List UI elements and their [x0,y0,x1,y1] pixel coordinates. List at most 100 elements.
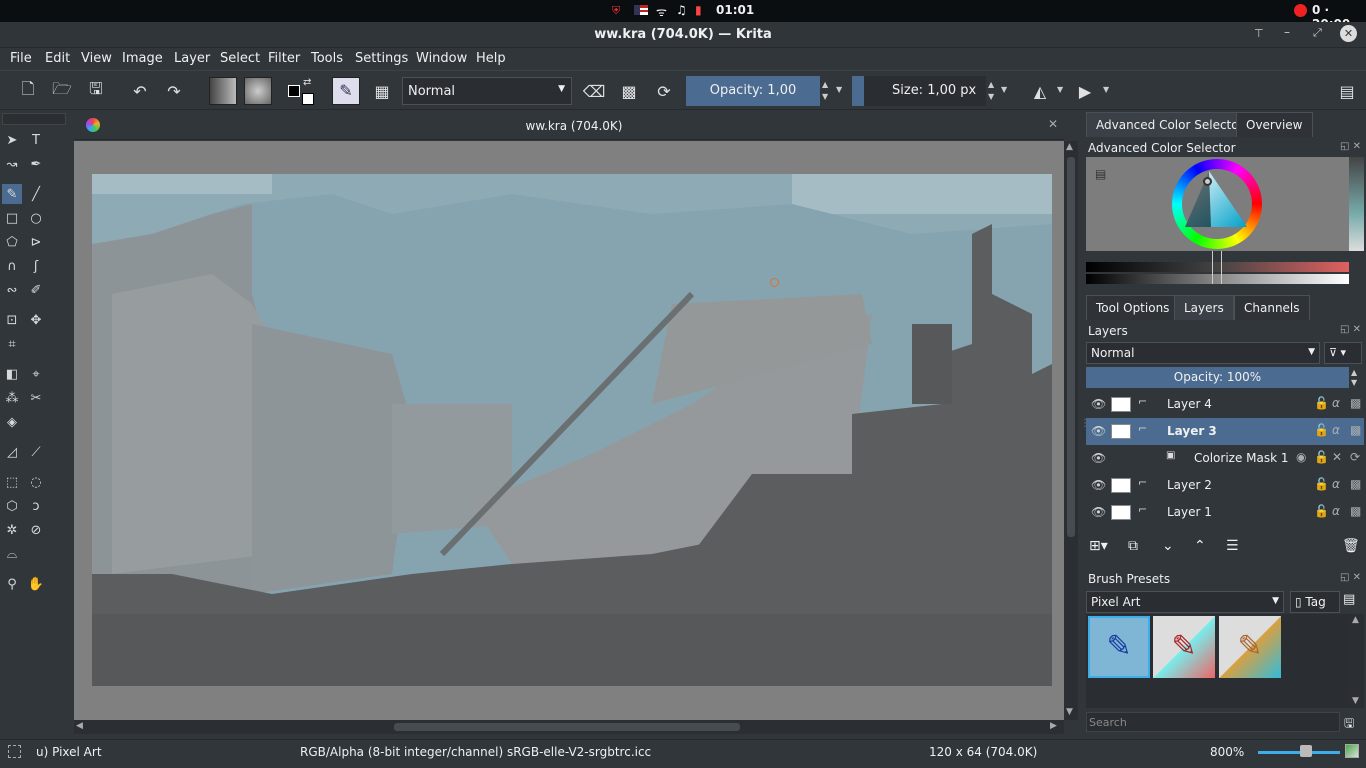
scroll-down-icon[interactable]: ▼ [1352,696,1359,706]
dynamic-brush-icon[interactable]: ∾ [2,280,22,300]
canvas-viewport[interactable] [74,141,1064,720]
move-layer-down-icon[interactable]: ⌄ [1162,538,1174,554]
polyline-tool-icon[interactable]: ⊳ [26,232,46,252]
mirror-vertical-icon[interactable]: ▶ [1071,77,1099,105]
magic-wand-icon[interactable]: ✲ [2,520,22,540]
document-tab-title[interactable]: ww.kra (704.0K) [74,119,1074,133]
wifi-icon[interactable]: ᯤ [656,3,667,20]
transform-tool-icon[interactable]: ⊡ [2,310,22,330]
move-tool-icon[interactable]: ✥ [26,310,46,330]
brush-preset-pixel-blue[interactable]: ✎ [1088,616,1150,678]
tag-button[interactable]: ▯ Tag [1290,591,1340,613]
menu-select[interactable]: Select [220,51,260,66]
menu-file[interactable]: File [10,51,32,66]
color-selector-area[interactable]: ▤ [1086,157,1349,251]
alpha-lock-icon[interactable]: ▩ [615,77,643,105]
layer-row[interactable]: 👁 ⌐ Layer 2 🔓 α ▩ [1086,472,1364,499]
blend-mode-select[interactable]: Normal ▼ [402,77,572,105]
freehand-brush-icon[interactable]: ✎ [2,184,22,204]
fill-tool-icon[interactable]: ◈ [2,412,22,432]
measure-tool-icon[interactable]: ⟋ [26,442,46,462]
brush-scrollbar[interactable]: ▲ ▼ [1350,614,1364,708]
lock-icon[interactable]: 🔓 [1314,423,1329,437]
brush-search-input[interactable]: Search [1086,712,1340,732]
foreground-color-swatch[interactable] [288,85,300,97]
visibility-eye-icon[interactable]: 👁 [1091,505,1106,519]
menu-settings[interactable]: Settings [355,51,408,66]
text-tool-icon[interactable]: T [26,130,46,150]
scroll-right-icon[interactable]: ▶ [1050,721,1057,731]
zoom-tool-icon[interactable]: ⚲ [2,574,22,594]
redo-icon[interactable]: ↷ [160,77,188,105]
delete-layer-icon[interactable]: 🗑 [1342,538,1360,554]
lock-icon[interactable]: 🔓 [1314,396,1329,410]
selection-icon[interactable] [8,745,21,758]
scroll-up-icon[interactable]: ▲ [1352,615,1359,625]
layer-properties-icon[interactable]: ☰ [1226,538,1239,554]
ellipse-select-icon[interactable]: ◌ [26,472,46,492]
layer-blend-select[interactable]: Normal ▼ [1086,342,1320,364]
chevron-down-icon[interactable]: ▼ [1057,85,1063,94]
inherit-alpha-icon[interactable]: ▩ [1350,423,1361,437]
chevron-down-icon[interactable]: ▼ [1103,85,1109,94]
reload-preset-icon[interactable]: ⟳ [650,77,678,105]
visibility-eye-icon[interactable]: 👁 [1091,397,1106,411]
pixel-art-canvas[interactable] [92,174,1052,686]
inherit-alpha-icon[interactable]: ▩ [1350,396,1361,410]
save-icon[interactable]: 🖫 [82,77,110,105]
assistant-tool-icon[interactable]: ◿ [2,442,22,462]
brush-preset-pixel-orange[interactable]: ✎ [1219,616,1281,678]
workspace-icon[interactable]: ▤ [1333,77,1361,105]
zoom-slider[interactable] [1258,751,1340,754]
multibrush-icon[interactable]: ✐ [26,280,46,300]
inherit-alpha-icon[interactable]: ▩ [1350,504,1361,518]
chevron-down-icon[interactable]: ▼ [836,85,842,94]
scroll-left-icon[interactable]: ◀ [76,721,83,731]
cross-icon[interactable]: ✕ [1332,450,1342,464]
add-layer-icon[interactable]: ⊞▾ [1089,538,1108,554]
scroll-up-icon[interactable]: ▲ [1066,142,1073,152]
minimize-icon[interactable]: – [1284,25,1290,39]
rect-select-icon[interactable]: ⬚ [2,472,22,492]
hue-ring[interactable] [1172,159,1262,249]
close-window-icon[interactable]: ✕ [1340,25,1357,42]
ellipse-tool-icon[interactable]: ○ [26,208,46,228]
layer-opacity-stepper[interactable]: ▲ ▼ [1351,368,1357,388]
zoom-level[interactable]: 800% [1210,745,1244,759]
scroll-down-icon[interactable]: ▼ [1066,707,1073,717]
visibility-eye-icon[interactable]: 👁 [1091,424,1106,438]
alpha-lock-icon[interactable]: α [1332,504,1340,518]
mirror-horizontal-icon[interactable]: ◭ [1026,77,1054,105]
keyboard-layout-icon[interactable] [634,5,648,15]
layer-filter-button[interactable]: ⊽ ▾ [1324,342,1362,364]
crop-tool-icon[interactable]: ⌗ [2,334,22,354]
tab-channels[interactable]: Channels [1234,295,1310,320]
smart-patch-icon[interactable]: ✂ [26,388,46,408]
menu-help[interactable]: Help [476,51,506,66]
open-folder-icon[interactable]: 🗁 [48,77,76,105]
alpha-lock-icon[interactable]: α [1332,423,1340,437]
close-tab-icon[interactable]: ✕ [1048,117,1058,131]
vertical-scrollbar[interactable]: ▲ ▼ [1064,141,1078,720]
freehand-path-icon[interactable]: ʃ [26,256,46,276]
eraser-icon[interactable]: ⌫ [580,77,608,105]
tab-advanced-color-selector[interactable]: Advanced Color Selector [1086,112,1254,137]
tab-tool-options[interactable]: Tool Options [1086,295,1180,320]
size-slider[interactable]: Size: 1,00 px [852,76,986,106]
gradient-tool-icon[interactable]: ◧ [2,364,22,384]
menu-view[interactable]: View [81,51,112,66]
select-shapes-icon[interactable]: ➤ [2,130,22,150]
menu-image[interactable]: Image [122,51,163,66]
brush-view-menu-icon[interactable]: ▤ [1343,592,1355,607]
menu-filter[interactable]: Filter [268,51,300,66]
polygon-tool-icon[interactable]: ⬠ [2,232,22,252]
opacity-slider[interactable]: Opacity: 1,00 [686,76,820,106]
layer-opacity-slider[interactable]: Opacity: 100% [1086,367,1349,388]
background-color-swatch[interactable] [302,93,314,105]
alpha-lock-icon[interactable]: α [1332,396,1340,410]
size-stepper[interactable]: ▲ ▼ [988,79,994,103]
visibility-eye-icon[interactable]: 👁 [1091,478,1106,492]
menu-tools[interactable]: Tools [311,51,343,66]
brush-preset-icon[interactable]: ✎ [332,77,360,105]
tomato-icon[interactable] [1294,4,1307,17]
